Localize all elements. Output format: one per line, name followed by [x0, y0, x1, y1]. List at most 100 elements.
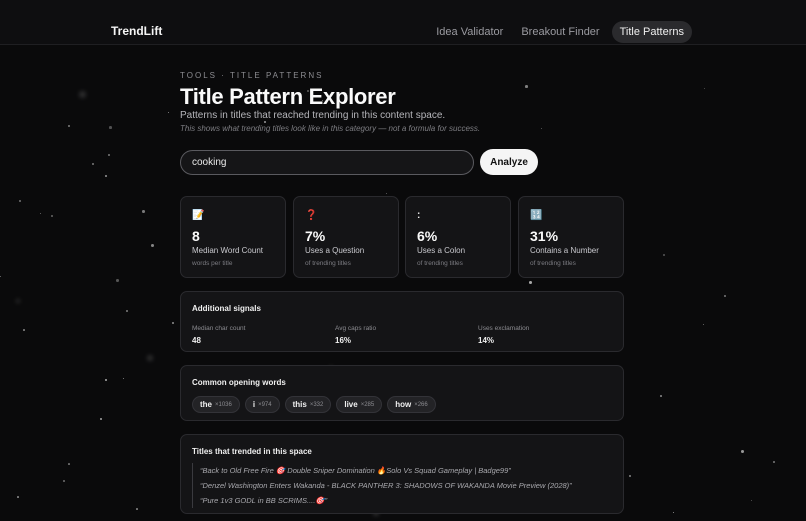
- stat-card-word-count: 📝 8 Median Word Count words per title: [180, 196, 286, 278]
- word-chip[interactable]: live ×285: [336, 396, 383, 413]
- word-chip[interactable]: this ×332: [284, 396, 332, 413]
- particle: [79, 91, 87, 99]
- stat-value: 6%: [417, 228, 438, 244]
- analyze-button[interactable]: Analyze: [480, 149, 538, 175]
- particle: [68, 125, 71, 128]
- stat-label: Contains a Number: [530, 246, 599, 255]
- chip-word: the: [200, 400, 212, 409]
- word-chip[interactable]: the ×1036: [192, 396, 240, 413]
- nav-title-patterns[interactable]: Title Patterns: [611, 21, 692, 43]
- question-icon: ❓: [305, 210, 318, 221]
- stat-label: Uses a Question: [305, 246, 365, 255]
- particle: [105, 379, 108, 382]
- trending-titles-panel: Titles that trended in this space “Back …: [180, 434, 624, 514]
- particle: [525, 85, 528, 88]
- chip-word: live: [344, 400, 358, 409]
- trending-title-item: “Pure 1v3 GODL in BB SCRIMS....🎯”: [192, 493, 572, 508]
- stat-sublabel: of trending titles: [417, 260, 463, 267]
- signal-label: Avg caps ratio: [335, 325, 377, 332]
- particle: [264, 121, 267, 124]
- brand-logo[interactable]: TrendLift: [111, 24, 162, 38]
- disclaimer-note: This shows what trending titles look lik…: [180, 124, 481, 133]
- page-description: Patterns in titles that reached trending…: [180, 110, 446, 121]
- particle: [529, 281, 532, 284]
- trending-title-list: “Back to Old Free Fire 🎯 Double Sniper D…: [192, 463, 572, 508]
- signal-label: Median char count: [192, 325, 246, 332]
- particle: [147, 355, 153, 361]
- chip-count: ×285: [360, 401, 375, 408]
- particle: [386, 193, 388, 195]
- panel-title: Titles that trended in this space: [192, 447, 312, 456]
- top-bar: TrendLift Idea Validator Breakout Finder…: [0, 0, 806, 45]
- particle: [123, 378, 125, 380]
- panel-title: Additional signals: [192, 304, 261, 313]
- stat-card-question: ❓ 7% Uses a Question of trending titles: [293, 196, 399, 278]
- numbers-icon: 🔢: [530, 210, 543, 221]
- particle: [704, 88, 706, 90]
- stat-sublabel: of trending titles: [305, 260, 351, 267]
- stat-label: Uses a Colon: [417, 246, 466, 255]
- stat-cards: 📝 8 Median Word Count words per title ❓ …: [180, 196, 624, 278]
- stat-value: 8: [192, 228, 200, 244]
- particle: [629, 475, 632, 478]
- signal-value: 16%: [335, 336, 352, 345]
- trending-title-item: “Denzel Washington Enters Wakanda - BLAC…: [192, 478, 572, 493]
- particle: [142, 210, 145, 213]
- particle: [673, 512, 674, 513]
- topic-search-input[interactable]: [180, 150, 474, 175]
- word-chip[interactable]: how ×266: [387, 396, 436, 413]
- particle: [51, 215, 53, 217]
- signal-exclamation: Uses exclamation 14%: [478, 325, 529, 345]
- chip-word: how: [395, 400, 412, 409]
- signal-value: 48: [192, 336, 201, 345]
- stat-card-colon: : 6% Uses a Colon of trending titles: [405, 196, 511, 278]
- particle: [660, 395, 662, 397]
- signal-median-char: Median char count 48: [192, 325, 245, 345]
- particle: [19, 200, 22, 203]
- stat-sublabel: of trending titles: [530, 260, 576, 267]
- particle: [63, 480, 65, 482]
- panel-title: Common opening words: [192, 378, 286, 387]
- signal-value: 14%: [478, 336, 495, 345]
- nav-idea-validator[interactable]: Idea Validator: [430, 21, 509, 43]
- chip-word: i: [252, 400, 256, 409]
- chip-word: this: [292, 400, 307, 409]
- chip-count: ×266: [414, 401, 428, 408]
- particle: [136, 508, 138, 510]
- stat-card-number: 🔢 31% Contains a Number of trending titl…: [518, 196, 624, 278]
- particle: [703, 324, 705, 326]
- particle: [168, 112, 170, 114]
- stat-label: Median Word Count: [192, 246, 263, 255]
- particle: [773, 461, 775, 463]
- signal-caps-ratio: Avg caps ratio 16%: [335, 325, 376, 345]
- opening-words-panel: Common opening words the ×1036 i ×974 this…: [180, 365, 624, 421]
- particle: [108, 154, 111, 157]
- particle: [109, 126, 112, 129]
- particle: [172, 322, 175, 325]
- particle: [116, 279, 119, 282]
- particle: [0, 276, 2, 278]
- memo-icon: 📝: [192, 210, 205, 221]
- stat-value: 7%: [305, 228, 326, 244]
- particle: [100, 418, 102, 420]
- additional-signals-panel: Additional signals Median char count 48 …: [180, 291, 624, 352]
- particle: [23, 329, 25, 331]
- particle: [541, 128, 543, 130]
- particle: [68, 463, 70, 465]
- particle: [17, 496, 19, 498]
- nav-breakout-finder[interactable]: Breakout Finder: [515, 21, 605, 43]
- stat-sublabel: words per title: [192, 260, 233, 267]
- particle: [105, 175, 108, 178]
- particle: [751, 500, 753, 502]
- page-title: Title Pattern Explorer: [180, 84, 396, 109]
- chip-count: ×332: [309, 401, 324, 408]
- breadcrumb: TOOLS · TITLE PATTERNS: [180, 71, 324, 80]
- particle: [40, 213, 42, 215]
- colon-icon: :: [417, 210, 421, 221]
- stat-value: 31%: [530, 228, 559, 244]
- particle: [151, 244, 154, 247]
- particle: [16, 299, 21, 304]
- particle: [126, 310, 129, 313]
- particle: [92, 163, 95, 166]
- word-chip[interactable]: i ×974: [244, 396, 280, 413]
